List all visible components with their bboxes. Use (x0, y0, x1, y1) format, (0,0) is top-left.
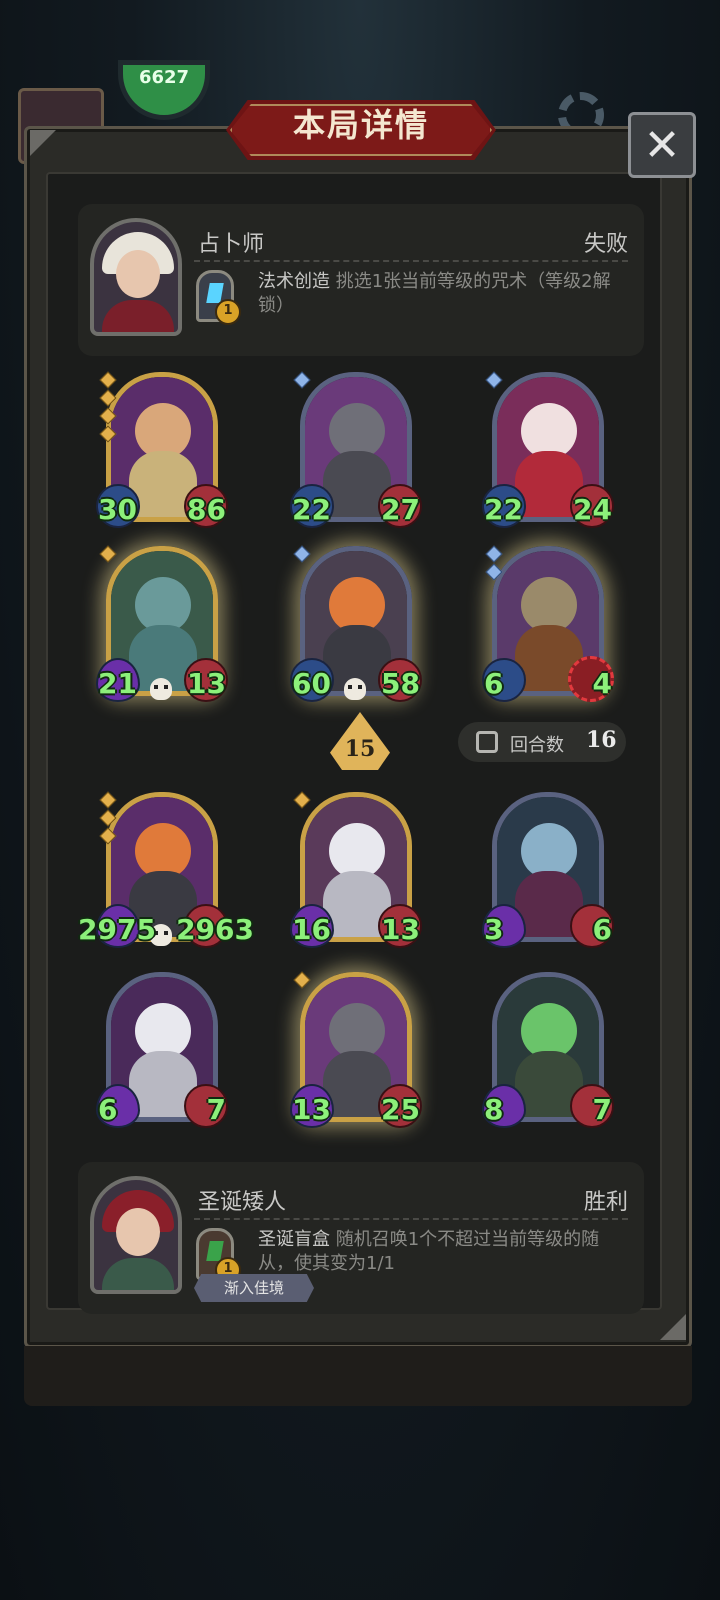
minion-card[interactable]: 6 7 (96, 968, 228, 1128)
divider (194, 260, 628, 262)
page-title: 本局详情 (292, 106, 429, 144)
minion-attack: 6 (98, 1093, 118, 1126)
opponent-avatar (90, 218, 182, 336)
minion-health: 2963 (176, 913, 254, 946)
minion-card[interactable]: 13 25 (290, 968, 422, 1128)
minion-card[interactable]: 60 58 (290, 542, 422, 702)
player-status-tag: 渐入佳境 (194, 1274, 314, 1302)
minion-health: 6 (592, 913, 612, 946)
minion-health: 13 (187, 667, 226, 700)
minion-attack: 21 (98, 667, 137, 700)
minion-attack: 2975 (78, 913, 156, 946)
currency-value: 6627 (138, 67, 190, 88)
player-info: 圣诞矮人 胜利 1 圣诞盲盒 随机召唤1个不超过当前等级的随从，使其变为1/1 … (78, 1162, 644, 1314)
player-name: 圣诞矮人 (198, 1190, 287, 1215)
minion-attack: 13 (292, 1093, 331, 1126)
minion-attack: 6 (484, 667, 504, 700)
minion-attack: 3 (484, 913, 504, 946)
close-button[interactable]: ✕ (628, 112, 696, 178)
minion-health: 58 (381, 667, 420, 700)
minion-health: 24 (573, 493, 612, 526)
player-result: 胜利 (583, 1190, 628, 1215)
round-value: 16 (586, 727, 617, 753)
opponent-result: 失败 (583, 232, 628, 257)
opponent-name: 占卜师 (198, 232, 265, 257)
close-icon: ✕ (643, 119, 681, 171)
minion-card[interactable]: 22 24 (482, 368, 614, 528)
minion-card[interactable]: 30 86 (96, 368, 228, 528)
skull-icon (150, 678, 172, 700)
minion-card[interactable]: 21 13 (96, 542, 228, 702)
divider (194, 1218, 628, 1220)
minion-health: 27 (381, 493, 420, 526)
minion-card[interactable]: 8 7 (482, 968, 614, 1128)
minion-card[interactable]: 16 13 (290, 788, 422, 948)
minion-health: 86 (187, 493, 226, 526)
minion-attack: 22 (484, 493, 523, 526)
tavern-tier-badge: 15 (330, 712, 390, 770)
minion-card[interactable]: 22 27 (290, 368, 422, 528)
minion-health: 25 (381, 1093, 420, 1126)
minion-attack: 16 (292, 913, 331, 946)
minion-card[interactable]: 2975 2963 (78, 788, 254, 948)
opponent-skill-text: 法术创造 挑选1张当前等级的咒术（等级2解锁） (258, 270, 618, 318)
player-skill-name: 圣诞盲盒 (258, 1229, 330, 1250)
minion-health: 4 (592, 667, 612, 700)
minion-health: 13 (381, 913, 420, 946)
minion-attack: 22 (292, 493, 331, 526)
minion-health: 7 (592, 1093, 612, 1126)
minion-card[interactable]: 3 6 (482, 788, 614, 948)
round-label: 回合数 (510, 735, 564, 756)
panel-bottom-shelf (24, 1346, 692, 1406)
refresh-icon (476, 731, 498, 753)
round-counter: 回合数 16 (458, 722, 626, 762)
skull-icon (344, 678, 366, 700)
player-avatar (90, 1176, 182, 1294)
minion-card[interactable]: 6 4 (482, 542, 614, 702)
tavern-tier-value: 15 (344, 736, 376, 762)
skill-level-badge: 1 (215, 299, 241, 325)
minion-attack: 8 (484, 1093, 504, 1126)
minion-attack: 30 (98, 493, 137, 526)
opponent-skill-icon[interactable]: 1 (196, 270, 241, 325)
opponent-info: 占卜师 失败 1 法术创造 挑选1张当前等级的咒术（等级2解锁） (78, 204, 644, 356)
player-skill-text: 圣诞盲盒 随机召唤1个不超过当前等级的随从，使其变为1/1 (258, 1228, 618, 1276)
player-skill-icon[interactable]: 1 (196, 1228, 241, 1283)
minion-attack: 60 (292, 667, 331, 700)
opponent-skill-name: 法术创造 (258, 271, 330, 292)
minion-health: 7 (206, 1093, 226, 1126)
